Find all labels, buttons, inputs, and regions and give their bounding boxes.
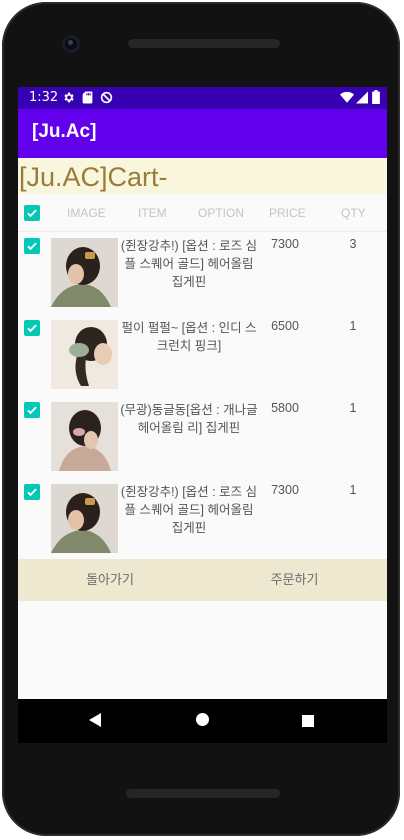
back-triangle-icon[interactable] [88, 712, 102, 732]
page-title: [Ju.AC]Cart- [19, 162, 168, 192]
home-circle-icon[interactable] [195, 712, 210, 731]
cart-action-bar: 돌아가기 주문하기 [18, 559, 387, 601]
app-bar: [Ju.Ac] [18, 109, 387, 158]
back-button[interactable]: 돌아가기 [18, 559, 202, 601]
item-quantity: 1 [349, 483, 357, 497]
sd-card-icon [82, 91, 93, 108]
item-checkbox[interactable] [24, 320, 40, 336]
cart-header-row: IMAGE ITEM OPTION PRICE QTY [18, 195, 387, 232]
page-heading: [Ju.AC]Cart- [18, 158, 387, 194]
app-screen: 1:32 [Ju.Ac] [Ju.AC]Cart- IMAGE ITEM OPT [18, 87, 387, 699]
bottom-speaker [126, 789, 280, 798]
item-name: 펄이 펄펄~ [옵션 : 인디 스크런치 핑크] [121, 321, 257, 353]
battery-icon [372, 90, 380, 108]
header-price: PRICE [269, 206, 306, 220]
product-thumbnail[interactable] [51, 402, 118, 471]
item-price: 7300 [271, 483, 299, 497]
item-quantity: 1 [349, 401, 357, 415]
system-navigation-bar [18, 699, 387, 743]
product-thumbnail[interactable] [51, 238, 118, 307]
item-name: (무광)동글동[옵션 : 개나글 헤어올림 리] 집게핀 [120, 403, 258, 435]
item-price: 7300 [271, 237, 299, 251]
cart-item-row: (쥔장강추!) [옵션 : 로즈 심플 스퀘어 골드] 헤어올림 집게핀 730… [18, 232, 387, 314]
item-checkbox[interactable] [24, 238, 40, 254]
item-checkbox[interactable] [24, 402, 40, 418]
header-item: ITEM [138, 206, 167, 220]
cart-item-row: (쥔장강추!) [옵션 : 로즈 심플 스퀘어 골드] 헤어올림 집게핀 730… [18, 478, 387, 560]
product-thumbnail[interactable] [51, 484, 118, 553]
recents-square-icon[interactable] [301, 713, 315, 732]
item-price: 5800 [271, 401, 299, 415]
app-title: [Ju.Ac] [32, 121, 97, 142]
item-checkbox[interactable] [24, 484, 40, 500]
product-thumbnail[interactable] [51, 320, 118, 389]
cart-item-row: (무광)동글동[옵션 : 개나글 헤어올림 리] 집게핀 5800 1 [18, 396, 387, 478]
header-option: OPTION [198, 206, 245, 220]
item-price: 6500 [271, 319, 299, 333]
item-quantity: 1 [349, 319, 357, 333]
header-image: IMAGE [67, 206, 106, 220]
order-button[interactable]: 주문하기 [202, 559, 387, 601]
cart-item-row: 펄이 펄펄~ [옵션 : 인디 스크런치 핑크] 6500 1 [18, 314, 387, 396]
item-quantity: 3 [349, 237, 357, 251]
header-qty: QTY [341, 206, 366, 220]
signal-icon [356, 91, 368, 108]
item-name: (쥔장강추!) [옵션 : 로즈 심플 스퀘어 골드] 헤어올림 집게핀 [120, 485, 258, 535]
wifi-icon [340, 91, 354, 108]
item-name: (쥔장강추!) [옵션 : 로즈 심플 스퀘어 골드] 헤어올림 집게핀 [120, 239, 258, 289]
earpiece-speaker [128, 39, 280, 48]
do-not-disturb-icon [100, 91, 113, 108]
select-all-checkbox[interactable] [24, 205, 40, 221]
status-bar: 1:32 [18, 87, 387, 109]
settings-gear-icon [62, 91, 75, 108]
status-time: 1:32 [29, 90, 59, 105]
front-camera [62, 35, 80, 53]
